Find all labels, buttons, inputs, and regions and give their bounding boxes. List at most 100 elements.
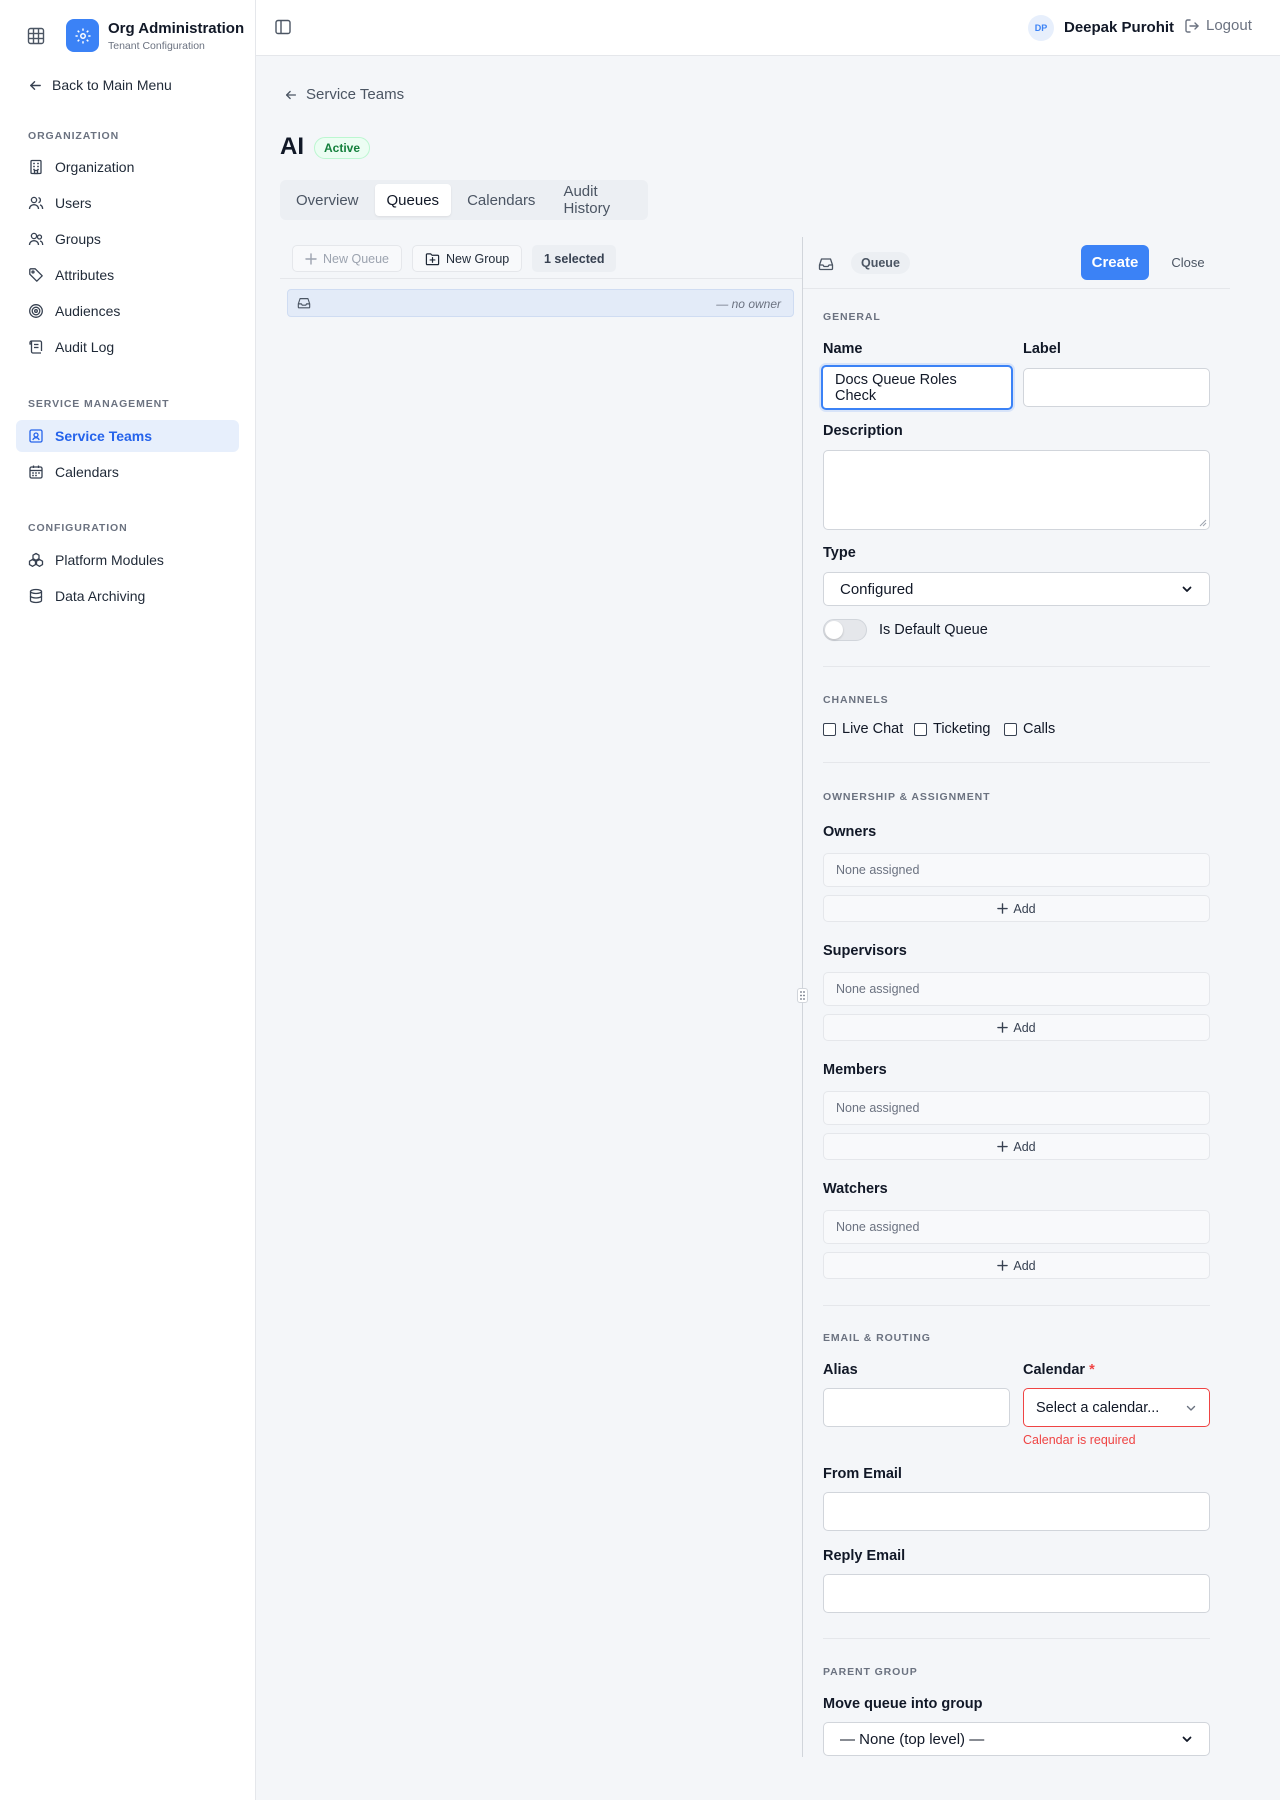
target-icon [28,303,44,319]
alias-input[interactable] [823,1388,1010,1427]
reply-email-label: Reply Email [823,1548,906,1564]
logout-label: Logout [1206,17,1252,34]
back-label: Back to Main Menu [52,77,172,93]
sidebar-toggle-icon[interactable] [274,18,294,38]
queue-tree-pane: New Queue New Group 1 selected — no owne… [280,237,802,1767]
channel-live-chat-checkbox[interactable]: Live Chat [823,721,903,737]
type-select-value: Configured [840,580,914,598]
supervisors-list: None assigned [823,972,1210,1006]
selected-count-badge: 1 selected [532,245,617,272]
channel-ticketing-checkbox[interactable]: Ticketing [914,721,990,737]
tab-calendars[interactable]: Calendars [455,184,547,216]
avatar[interactable]: DP [1028,15,1054,41]
top-header: DP Deepak Purohit Logout [256,0,1280,56]
sidebar-item-audit-log[interactable]: Audit Log [16,331,239,363]
plus-icon [997,1141,1009,1152]
type-select[interactable]: Configured [823,572,1210,606]
channel-calls-checkbox[interactable]: Calls [1004,721,1055,737]
tab-queues[interactable]: Queues [374,184,452,216]
add-watcher-button[interactable]: Add [823,1252,1210,1279]
chevron-down-icon [1186,1405,1196,1411]
sidebar-item-platform-modules[interactable]: Platform Modules [16,544,239,576]
tab-overview[interactable]: Overview [284,184,371,216]
owners-list: None assigned [823,853,1210,887]
section-heading-email-routing: EMAIL & ROUTING [823,1332,931,1344]
sidebar-item-users[interactable]: Users [16,187,239,219]
checkbox-box [1004,722,1017,736]
section-divider [823,762,1210,763]
name-input-value: Docs Queue Roles Check [835,371,957,404]
brand-subtitle: Tenant Configuration [108,40,205,52]
sidebar-item-data-archiving[interactable]: Data Archiving [16,580,239,612]
sidebar-item-calendars[interactable]: Calendars [16,456,239,488]
description-label: Description [823,423,903,439]
sidebar-item-label: Users [55,195,92,211]
sidebar-item-organization[interactable]: Organization [16,151,239,183]
editor-header: Queue Create Close [803,237,1230,289]
parent-group-select[interactable]: — None (top level) — [823,1722,1210,1756]
folder-plus-icon [425,252,440,265]
sidebar-item-attributes[interactable]: Attributes [16,259,239,291]
breadcrumb-label: Service Teams [306,86,405,103]
calendar-label: Calendar * [1023,1362,1095,1378]
create-button[interactable]: Create [1081,245,1149,280]
logout-button[interactable]: Logout [1184,17,1252,34]
section-divider [823,1638,1210,1639]
required-asterisk: * [1089,1362,1095,1378]
resize-handle[interactable] [797,988,808,1003]
queue-toolbar: New Queue New Group 1 selected [280,237,802,279]
add-owner-button[interactable]: Add [823,895,1210,922]
sidebar-item-label: Platform Modules [55,552,164,568]
back-to-main-menu-link[interactable]: Back to Main Menu [28,72,172,98]
sidebar-item-groups[interactable]: Groups [16,223,239,255]
name-input[interactable]: Docs Queue Roles Check [821,365,1013,410]
brand-title: Org Administration [108,20,245,37]
sidebar-item-service-teams[interactable]: Service Teams [16,420,239,452]
channel-ticketing-label: Ticketing [933,721,991,737]
boxes-icon [28,552,44,568]
description-textarea[interactable] [823,450,1210,530]
from-email-input[interactable] [823,1492,1210,1531]
tab-audit-history[interactable]: Audit History [551,183,644,217]
queue-list-item[interactable]: — no owner [287,289,794,317]
add-supervisor-button[interactable]: Add [823,1014,1210,1041]
owners-label: Owners [823,824,877,840]
toggle-knob [825,621,843,639]
brand-header: Org Administration Tenant Configuration [0,0,256,72]
reply-email-input[interactable] [823,1574,1210,1613]
members-list: None assigned [823,1091,1210,1125]
sidebar-item-label: Service Teams [55,428,153,444]
channel-live-chat-label: Live Chat [842,721,904,737]
entity-type-chip: Queue [851,252,910,274]
sidebar-item-label: Groups [55,231,101,247]
user-name[interactable]: Deepak Purohit [1064,19,1174,36]
new-queue-button[interactable]: New Queue [292,245,403,272]
sidebar-item-audiences[interactable]: Audiences [16,295,239,327]
sidebar-item-label: Audit Log [55,339,115,355]
add-member-button[interactable]: Add [823,1133,1210,1160]
plus-icon [997,903,1009,914]
resize-grip-icon [1199,519,1207,527]
calendar-label-text: Calendar [1023,1362,1086,1378]
app-grid-icon[interactable] [22,22,50,50]
chevron-down-icon [1182,586,1192,592]
members-label: Members [823,1062,887,1078]
breadcrumb-back-link[interactable]: Service Teams [284,86,404,103]
section-label-configuration: CONFIGURATION [28,522,128,534]
watchers-list: None assigned [823,1210,1210,1244]
sidebar: Org Administration Tenant Configuration … [0,0,256,1800]
checkbox-box [914,722,927,736]
calendar-select[interactable]: Select a calendar... [1023,1388,1210,1427]
close-button[interactable]: Close [1159,245,1217,280]
new-group-button[interactable]: New Group [412,245,523,272]
supervisors-label: Supervisors [823,943,907,959]
building-icon [28,159,44,175]
section-heading-channels: CHANNELS [823,694,889,706]
name-label: Name [823,341,863,357]
arrow-left-icon [285,90,297,99]
default-queue-toggle[interactable] [823,619,867,641]
from-email-label: From Email [823,1466,902,1482]
label-input[interactable] [1023,368,1210,407]
alias-label: Alias [823,1362,858,1378]
calendar-error-message: Calendar is required [1023,1433,1136,1447]
